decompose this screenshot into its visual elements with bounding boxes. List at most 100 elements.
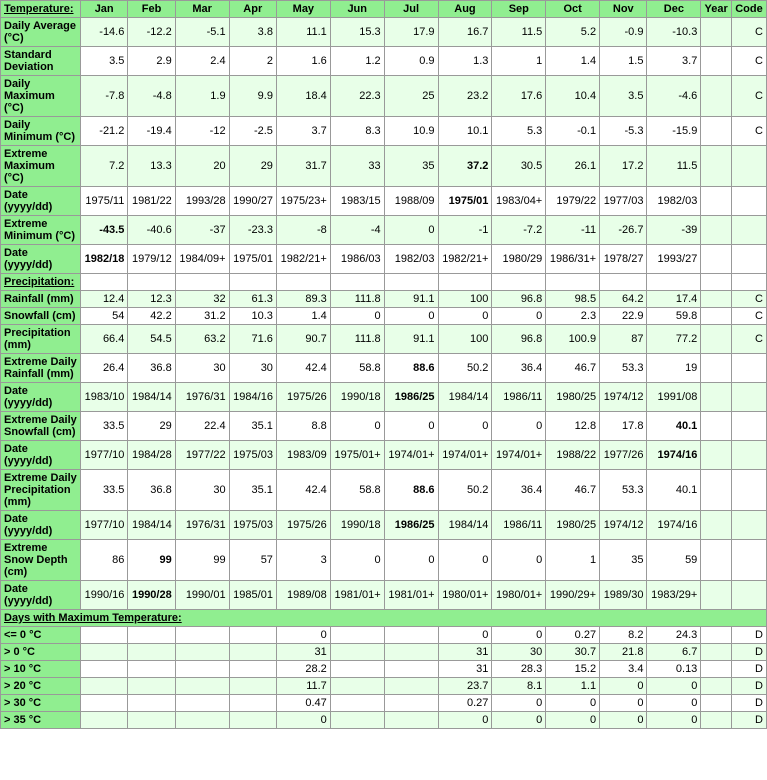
cell: 1.2 bbox=[330, 47, 384, 76]
cell: 1990/27 bbox=[229, 187, 276, 216]
cell: 64.2 bbox=[600, 291, 647, 308]
table-row: Rainfall (mm) 12.4 12.3 32 61.3 89.3 111… bbox=[1, 291, 767, 308]
cell: 3 bbox=[276, 540, 330, 581]
cell bbox=[701, 245, 732, 274]
row-label: > 10 °C bbox=[1, 661, 81, 678]
cell: 46.7 bbox=[546, 354, 600, 383]
cell: 1986/25 bbox=[384, 511, 438, 540]
cell bbox=[701, 18, 732, 47]
precipitation-header-row: Precipitation: bbox=[1, 274, 767, 291]
cell: 0 bbox=[384, 540, 438, 581]
cell: 17.2 bbox=[600, 146, 647, 187]
cell: 0 bbox=[492, 627, 546, 644]
cell: 1974/01+ bbox=[384, 441, 438, 470]
cell: 37.2 bbox=[438, 146, 492, 187]
cell bbox=[701, 274, 732, 291]
cell bbox=[330, 661, 384, 678]
cell: 33.5 bbox=[81, 412, 128, 441]
cell: 16.7 bbox=[438, 18, 492, 47]
cell bbox=[701, 216, 732, 245]
cell: 1976/31 bbox=[175, 383, 229, 412]
cell: 17.4 bbox=[647, 291, 701, 308]
cell bbox=[701, 354, 732, 383]
cell: 1983/29+ bbox=[647, 581, 701, 610]
row-label: Standard Deviation bbox=[1, 47, 81, 76]
cell: 0 bbox=[330, 412, 384, 441]
cell: 0.13 bbox=[647, 661, 701, 678]
cell: D bbox=[731, 661, 766, 678]
cell: 54 bbox=[81, 308, 128, 325]
cell: 10.3 bbox=[229, 308, 276, 325]
cell: 17.8 bbox=[600, 412, 647, 441]
cell: -11 bbox=[546, 216, 600, 245]
cell: 46.7 bbox=[546, 470, 600, 511]
cell: 86 bbox=[81, 540, 128, 581]
cell: -5.1 bbox=[175, 18, 229, 47]
cell: 29 bbox=[128, 412, 175, 441]
cell: 57 bbox=[229, 540, 276, 581]
cell: 59.8 bbox=[647, 308, 701, 325]
cell: 0 bbox=[438, 412, 492, 441]
cell: 1974/01+ bbox=[492, 441, 546, 470]
cell: 9.9 bbox=[229, 76, 276, 117]
cell: -12.2 bbox=[128, 18, 175, 47]
cell: -0.9 bbox=[600, 18, 647, 47]
cell: 0 bbox=[647, 678, 701, 695]
cell bbox=[330, 627, 384, 644]
cell: 22.9 bbox=[600, 308, 647, 325]
cell: 1974/16 bbox=[647, 441, 701, 470]
cell: 1980/29 bbox=[492, 245, 546, 274]
cell: 23.2 bbox=[438, 76, 492, 117]
cell: 1984/16 bbox=[229, 383, 276, 412]
table-row: Extreme Daily Precipitation (mm) 33.5 36… bbox=[1, 470, 767, 511]
cell bbox=[384, 627, 438, 644]
cell: 1.9 bbox=[175, 76, 229, 117]
cell bbox=[701, 47, 732, 76]
cell: C bbox=[731, 117, 766, 146]
cell: 17.9 bbox=[384, 18, 438, 47]
row-label: Date (yyyy/dd) bbox=[1, 511, 81, 540]
cell: 1.4 bbox=[546, 47, 600, 76]
cell: -1 bbox=[438, 216, 492, 245]
row-label: Date (yyyy/dd) bbox=[1, 383, 81, 412]
col-feb: Feb bbox=[128, 1, 175, 18]
cell bbox=[81, 695, 128, 712]
cell: 36.4 bbox=[492, 470, 546, 511]
row-label: Date (yyyy/dd) bbox=[1, 245, 81, 274]
cell: 36.8 bbox=[128, 354, 175, 383]
cell: 28.3 bbox=[492, 661, 546, 678]
cell: 1990/18 bbox=[330, 383, 384, 412]
cell: 10.4 bbox=[546, 76, 600, 117]
row-label: Precipitation (mm) bbox=[1, 325, 81, 354]
precipitation-section-title: Precipitation: bbox=[1, 274, 81, 291]
cell: 12.4 bbox=[81, 291, 128, 308]
cell bbox=[81, 627, 128, 644]
cell: 15.3 bbox=[330, 18, 384, 47]
cell: 99 bbox=[175, 540, 229, 581]
cell: 88.6 bbox=[384, 354, 438, 383]
cell: 0 bbox=[492, 308, 546, 325]
cell: 1984/28 bbox=[128, 441, 175, 470]
cell: 1975/23+ bbox=[276, 187, 330, 216]
cell: 1977/03 bbox=[600, 187, 647, 216]
cell bbox=[175, 678, 229, 695]
row-label: Extreme Maximum (°C) bbox=[1, 146, 81, 187]
cell: -4.8 bbox=[128, 76, 175, 117]
cell: 0 bbox=[438, 540, 492, 581]
cell: 7.2 bbox=[81, 146, 128, 187]
cell: 1989/08 bbox=[276, 581, 330, 610]
cell: 1983/15 bbox=[330, 187, 384, 216]
cell bbox=[175, 661, 229, 678]
cell: 54.5 bbox=[128, 325, 175, 354]
cell: 1989/30 bbox=[600, 581, 647, 610]
cell bbox=[175, 644, 229, 661]
cell: 42.4 bbox=[276, 354, 330, 383]
table-row: Daily Minimum (°C) -21.2 -19.4 -12 -2.5 … bbox=[1, 117, 767, 146]
col-jan: Jan bbox=[81, 1, 128, 18]
cell bbox=[701, 291, 732, 308]
cell: C bbox=[731, 291, 766, 308]
table-row: Date (yyyy/dd) 1982/18 1979/12 1984/09+ … bbox=[1, 245, 767, 274]
cell: 61.3 bbox=[229, 291, 276, 308]
cell bbox=[701, 441, 732, 470]
cell: 36.4 bbox=[492, 354, 546, 383]
